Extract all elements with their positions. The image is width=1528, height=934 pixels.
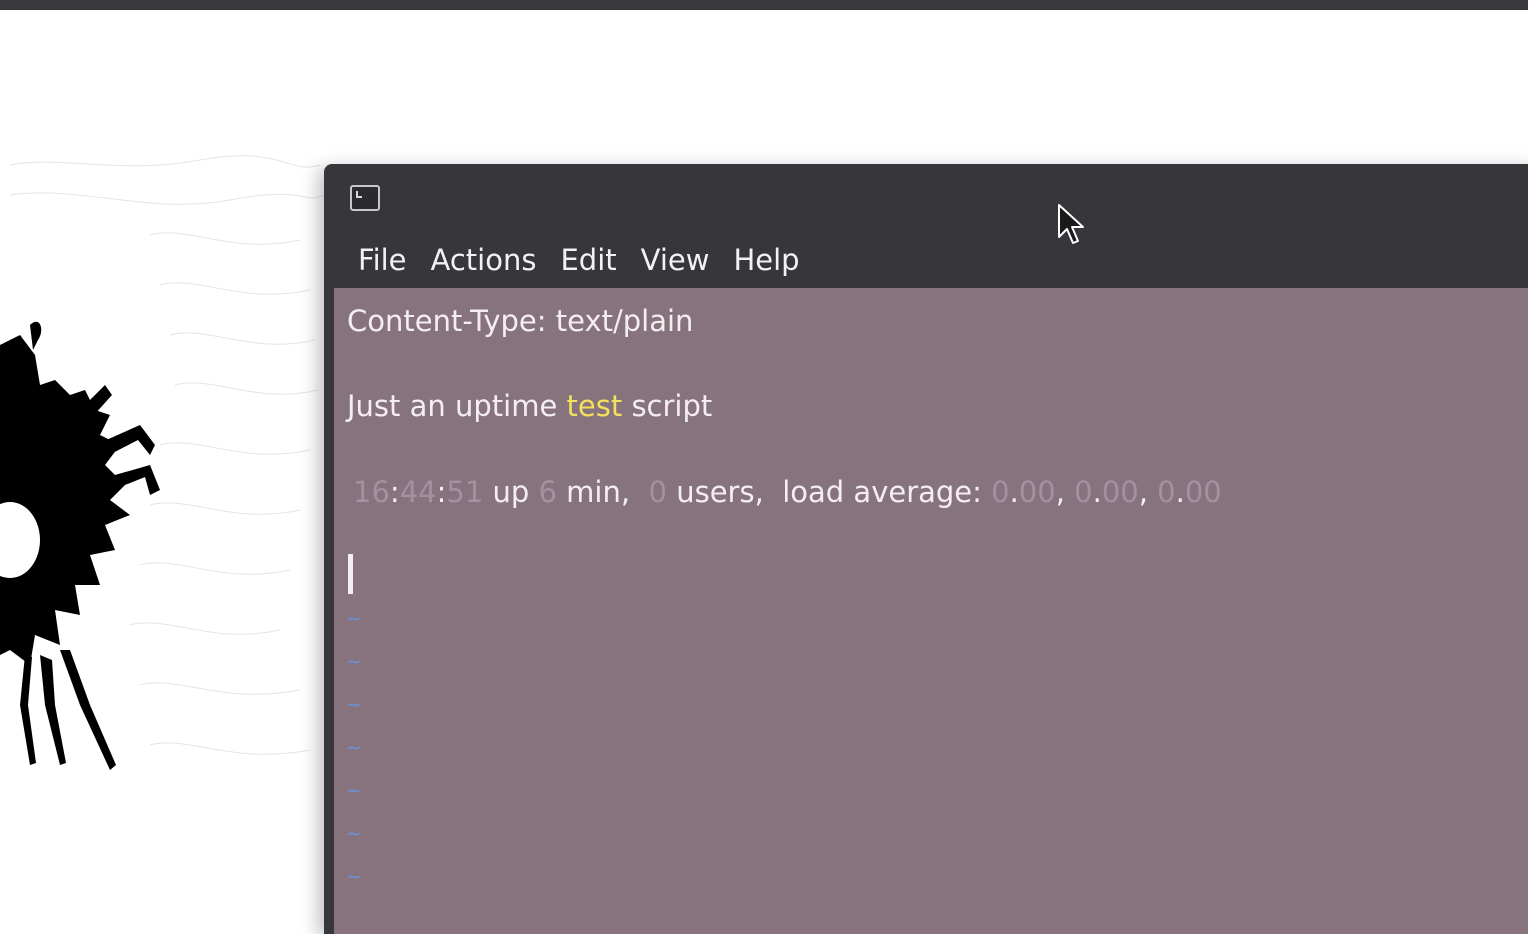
decimal-point: . [1092,475,1102,509]
uptime-second: 51 [446,475,484,509]
top-panel-edge [0,0,1528,10]
text-segment: users, load average: [666,475,992,509]
empty-line-tilde: ~ [347,736,361,761]
terminal-icon [350,185,380,211]
wallpaper-creature-art [0,155,326,770]
empty-line-tilde: ~ [347,865,361,890]
terminal-content-area[interactable]: Content-Type: text/plain Just an uptime … [334,288,1528,934]
load-avg-1-int: 0 [991,475,1010,509]
terminal-window: File Actions Edit View Help Content-Type… [324,164,1528,934]
text-segment: min, [556,475,649,509]
load-avg-15-frac: 00 [1184,475,1222,509]
decimal-point: . [1175,475,1185,509]
menu-edit[interactable]: Edit [548,238,628,282]
load-avg-5-frac: 00 [1101,475,1139,509]
text-cursor [348,554,353,594]
terminal-line-description: Just an uptime test script [347,386,712,426]
highlighted-word: test [566,389,623,423]
menu-actions[interactable]: Actions [419,238,549,282]
load-avg-15-int: 0 [1157,475,1176,509]
decimal-point: . [1009,475,1019,509]
menubar: File Actions Edit View Help [346,238,812,282]
window-titlebar[interactable] [324,164,1528,234]
empty-line-tilde: ~ [347,607,361,632]
comma: , [1138,475,1158,509]
uptime-minutes-value: 6 [538,475,557,509]
uptime-minute: 44 [399,475,437,509]
mouse-pointer-icon [1058,204,1084,244]
empty-line-tilde: ~ [347,650,361,675]
time-separator: : [436,475,447,509]
time-separator: : [389,475,400,509]
comma: , [1055,475,1075,509]
empty-line-tilde: ~ [347,779,361,804]
menu-help[interactable]: Help [721,238,811,282]
menu-file[interactable]: File [346,238,419,282]
menu-view[interactable]: View [629,238,722,282]
terminal-line-uptime: 16:44:51 up 6 min, 0 users, load average… [353,472,1222,512]
load-avg-1-frac: 00 [1018,475,1056,509]
uptime-hour: 16 [353,475,390,509]
text-segment: script [622,389,713,423]
terminal-line-content-type: Content-Type: text/plain [347,304,694,338]
users-count: 0 [648,475,667,509]
empty-line-tilde: ~ [347,822,361,847]
empty-line-tilde: ~ [347,693,361,718]
text-segment: up [483,475,539,509]
load-avg-5-int: 0 [1074,475,1093,509]
text-segment: Just an uptime [347,389,567,423]
